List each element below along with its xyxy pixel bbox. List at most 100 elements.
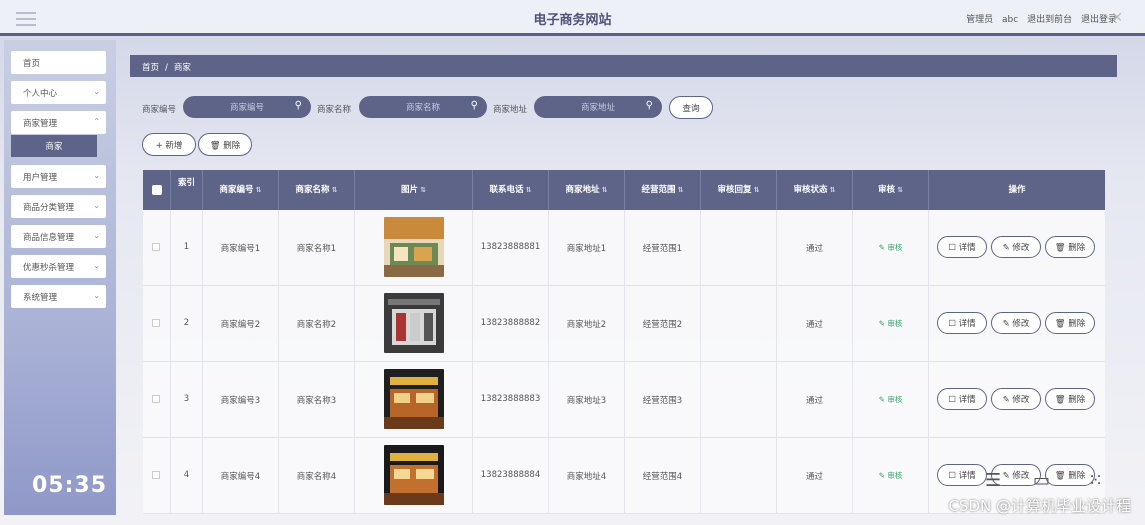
sort-icon: ⇅ — [677, 186, 684, 194]
sidebar: 首页 个人中心 ⌄ 商家管理 ⌃ 商家 用户管理 ⌄ 商品分类管理 ⌄ 商品信息管理 ⌄ … — [4, 40, 116, 515]
sort-icon: ⇅ — [331, 186, 338, 194]
header-address[interactable]: 商家地址 ⇅ — [549, 170, 625, 210]
window-icon[interactable]: ▭ — [1033, 470, 1050, 491]
sidebar-item-system[interactable]: 系统管理 ⌄ — [11, 285, 106, 308]
edit-button[interactable]: ✎ 修改 — [991, 312, 1041, 334]
delete-label: 删除 — [1068, 243, 1086, 253]
row-select — [143, 438, 171, 514]
search-icon: ⚲ — [470, 100, 478, 111]
sidebar-item-flashsale[interactable]: 优惠秒杀管理 ⌄ — [11, 255, 106, 278]
user-role: 管理员 — [966, 15, 994, 25]
header-scope[interactable]: 经营范围 ⇅ — [625, 170, 701, 210]
edit-button[interactable]: ✎ 修改 — [991, 388, 1041, 410]
audit-link[interactable]: ✎ 审核 — [879, 471, 903, 480]
grid-icon[interactable]: ⁙ — [1088, 470, 1103, 491]
row-phone: 13823888884 — [473, 438, 549, 514]
sidebar-item-label: 首页 — [23, 59, 41, 69]
audit-link[interactable]: ✎ 审核 — [879, 395, 903, 404]
delete-button[interactable]: 🗑 删除 — [1045, 236, 1095, 258]
chevron-down-icon: ⌄ — [93, 291, 100, 300]
sort-icon: ⇅ — [601, 186, 608, 194]
row-name: 商家名称3 — [279, 362, 355, 438]
header-select-all[interactable] — [143, 170, 171, 210]
add-button[interactable]: + 新增 — [142, 133, 196, 156]
row-index: 3 — [171, 362, 203, 438]
row-checkbox[interactable] — [152, 243, 160, 251]
table-header: 索引 商家编号 ⇅ 商家名称 ⇅ 图片 ⇅ 联系电话 ⇅ 商家地址 ⇅ 经营范围 ⇅ 审核回… — [143, 170, 1105, 210]
search-label-code: 商家编号 — [142, 105, 177, 115]
row-status: 通过 — [777, 362, 853, 438]
subtitle-icon[interactable]: ☰ — [985, 470, 1001, 491]
sidebar-item-category[interactable]: 商品分类管理 ⌄ — [11, 195, 106, 218]
breadcrumb-home[interactable]: 首页 — [142, 63, 159, 73]
row-address: 商家地址3 — [549, 362, 625, 438]
audit-link[interactable]: ✎ 审核 — [879, 319, 903, 328]
row-select — [143, 210, 171, 286]
sidebar-item-users[interactable]: 用户管理 ⌄ — [11, 165, 106, 188]
detail-button[interactable]: ☐ 详情 — [937, 464, 987, 486]
header-label: 商家地址 — [565, 185, 600, 195]
header-label: 操作 — [1008, 185, 1026, 195]
merchant-image — [384, 445, 444, 505]
delete-label: 删除 — [1068, 319, 1086, 329]
audit-link[interactable]: ✎ 审核 — [879, 243, 903, 252]
delete-label: 删除 — [1068, 471, 1086, 481]
search-placeholder: 商家地址 — [580, 103, 615, 113]
row-select — [143, 286, 171, 362]
delete-button[interactable]: 🗑 删除 — [1045, 312, 1095, 334]
chevron-down-icon: ⌄ — [93, 261, 100, 270]
username: abc — [1002, 15, 1019, 25]
select-all-checkbox[interactable] — [152, 185, 162, 195]
search-input-address[interactable]: 商家地址 ⚲ — [534, 96, 662, 118]
header-label: 审核回复 — [717, 185, 752, 195]
row-audit[interactable]: ✎ 审核 — [853, 286, 929, 362]
row-audit[interactable]: ✎ 审核 — [853, 210, 929, 286]
header-status[interactable]: 审核状态 ⇅ — [777, 170, 853, 210]
trash-icon: 🗑 — [1054, 471, 1066, 481]
edit-icon: ✎ — [1002, 471, 1010, 481]
batch-delete-button[interactable]: 🗑 删除 — [198, 133, 252, 156]
header-image[interactable]: 图片 ⇅ — [355, 170, 473, 210]
row-address: 商家地址1 — [549, 210, 625, 286]
row-select — [143, 362, 171, 438]
row-audit[interactable]: ✎ 审核 — [853, 438, 929, 514]
delete-label: 删除 — [1068, 395, 1086, 405]
close-icon[interactable]: ✕ — [1111, 10, 1123, 26]
detail-icon: ☐ — [948, 395, 956, 405]
delete-button[interactable]: 🗑 删除 — [1045, 388, 1095, 410]
row-audit[interactable]: ✎ 审核 — [853, 362, 929, 438]
chevron-down-icon: ⌄ — [93, 87, 100, 96]
edit-label: 修改 — [1012, 471, 1030, 481]
sidebar-item-merchant[interactable]: 商家管理 ⌃ — [11, 111, 106, 134]
sidebar-item-home[interactable]: 首页 — [11, 51, 106, 74]
audit-label: 审核 — [887, 319, 903, 328]
edit-button[interactable]: ✎ 修改 — [991, 236, 1041, 258]
detail-button[interactable]: ☐ 详情 — [937, 312, 987, 334]
detail-button[interactable]: ☐ 详情 — [937, 388, 987, 410]
header-label: 经营范围 — [641, 185, 676, 195]
row-checkbox[interactable] — [152, 395, 160, 403]
sidebar-item-personal[interactable]: 个人中心 ⌄ — [11, 81, 106, 104]
row-scope: 经营范围4 — [625, 438, 701, 514]
submenu-merchant[interactable]: 商家 — [11, 135, 97, 157]
trash-icon: 🗑 — [1054, 243, 1066, 253]
header-operations: 操作 — [929, 170, 1105, 210]
search-input-name[interactable]: 商家名称 ⚲ — [359, 96, 487, 118]
goto-front-link[interactable]: 退出到前台 — [1027, 15, 1072, 25]
header-name[interactable]: 商家名称 ⇅ — [279, 170, 355, 210]
detail-button[interactable]: ☐ 详情 — [937, 236, 987, 258]
search-input-code[interactable]: 商家编号 ⚲ — [183, 96, 311, 118]
detail-icon: ☐ — [948, 243, 956, 253]
row-checkbox[interactable] — [152, 471, 160, 479]
row-checkbox[interactable] — [152, 319, 160, 327]
trash-icon: 🗑 — [1054, 319, 1066, 329]
sidebar-item-product[interactable]: 商品信息管理 ⌄ — [11, 225, 106, 248]
header-reply[interactable]: 审核回复 ⇅ — [701, 170, 777, 210]
header-code[interactable]: 商家编号 ⇅ — [203, 170, 279, 210]
table-row: 2 商家编号2 商家名称2 13823888882 商家地址2 经营范围2 通过… — [143, 286, 1105, 362]
header-audit[interactable]: 审核 ⇅ — [853, 170, 929, 210]
header-phone[interactable]: 联系电话 ⇅ — [473, 170, 549, 210]
query-button[interactable]: 查询 — [669, 96, 713, 119]
search-icon: ⚲ — [294, 100, 302, 111]
detail-label: 详情 — [958, 395, 976, 405]
